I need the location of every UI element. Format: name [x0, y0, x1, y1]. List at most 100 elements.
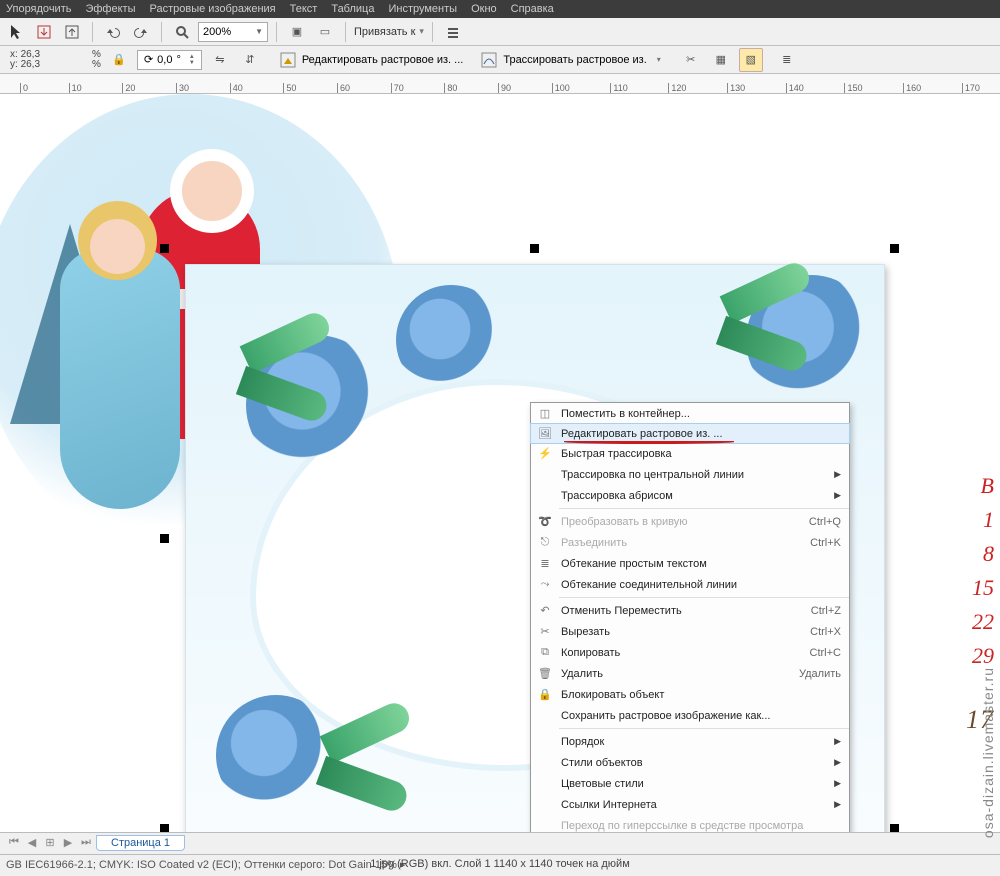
blank-icon	[535, 488, 555, 504]
position-readout: x: 26,3 y: 26,3	[10, 50, 40, 70]
context-menu-item[interactable]: Трассировка по центральной линии▶	[531, 464, 849, 485]
context-menu-label: Переход по гиперссылке в средстве просмо…	[561, 820, 841, 832]
bitmap-mode-icon[interactable]: ▧	[739, 48, 763, 72]
page-first-icon[interactable]: ⏮	[6, 836, 22, 849]
blank-icon	[535, 467, 555, 483]
context-menu-item[interactable]: ⤳ Обтекание соединительной линии	[531, 574, 849, 595]
resample-icon[interactable]: ▦	[709, 48, 733, 72]
powerclip-icon: ◫	[535, 406, 555, 422]
context-menu-item[interactable]: ⧉КопироватьCtrl+C	[531, 642, 849, 663]
menu-effects[interactable]: Эффекты	[85, 3, 135, 15]
menu-text[interactable]: Текст	[290, 3, 318, 15]
rotate-icon: ⟳	[144, 53, 153, 66]
blank-icon	[535, 776, 555, 792]
context-menu-label: Ссылки Интернета	[561, 799, 826, 811]
context-menu-label: Трассировка абрисом	[561, 490, 826, 502]
submenu-arrow-icon: ▶	[834, 469, 841, 480]
chevron-down-icon: ▼	[255, 27, 263, 36]
submenu-arrow-icon: ▶	[834, 736, 841, 747]
context-menu-label: Отменить Переместить	[561, 605, 803, 617]
crop-icon[interactable]: ✂	[679, 48, 703, 72]
page-tab-1[interactable]: Страница 1	[96, 835, 185, 851]
search-icon[interactable]	[170, 20, 194, 44]
context-menu-item[interactable]: ✂ВырезатьCtrl+X	[531, 621, 849, 642]
annotation-underline	[564, 440, 734, 444]
mirror-h-icon[interactable]: ⇋	[208, 48, 232, 72]
context-menu-item[interactable]: ⚡Быстрая трассировка	[531, 443, 849, 464]
context-menu[interactable]: ◫Поместить в контейнер...🖼Редактировать …	[530, 402, 850, 844]
context-menu-item[interactable]: ↶Отменить ПереместитьCtrl+Z	[531, 600, 849, 621]
context-menu-label: Разъединить	[561, 537, 802, 549]
context-menu-item[interactable]: 🗑УдалитьУдалить	[531, 663, 849, 684]
trace-bitmap-button[interactable]: Трассировать растровое из. ▾	[475, 49, 666, 71]
context-menu-item[interactable]: Стили объектов▶	[531, 752, 849, 773]
blank-icon	[535, 734, 555, 750]
menu-tools[interactable]: Инструменты	[388, 3, 457, 15]
menubar[interactable]: Упорядочить Эффекты Растровые изображени…	[0, 0, 1000, 18]
page-next-icon[interactable]: ▶	[60, 836, 76, 849]
context-menu-item[interactable]: ◫Поместить в контейнер...	[531, 403, 849, 424]
menu-help[interactable]: Справка	[511, 3, 554, 15]
menu-table[interactable]: Таблица	[331, 3, 374, 15]
selection-handle[interactable]	[160, 244, 169, 253]
wrap-text-icon[interactable]: ≣	[775, 48, 799, 72]
edit-bitmap-icon: 🖼	[535, 426, 555, 442]
context-menu-item[interactable]: ≣Обтекание простым текстом	[531, 553, 849, 574]
edit-bitmap-button[interactable]: Редактировать растровое из. ...	[274, 49, 470, 71]
selection-handle[interactable]	[530, 244, 539, 253]
fullscreen-icon[interactable]: ▣	[285, 20, 309, 44]
context-menu-label: Стили объектов	[561, 757, 826, 769]
quick-trace-icon: ⚡	[535, 446, 555, 462]
artwork-leaves	[686, 255, 856, 385]
rotation-value: 0,0	[157, 54, 172, 66]
undo-icon[interactable]	[101, 20, 125, 44]
zoom-value: 200%	[203, 26, 231, 38]
canvas[interactable]: В 1 8 15 22 29 17 ◫Поместить в контейнер…	[0, 94, 1000, 844]
pick-tool-icon[interactable]	[4, 20, 28, 44]
selection-handle[interactable]	[890, 244, 899, 253]
context-menu-item: ➰Преобразовать в кривуюCtrl+Q	[531, 511, 849, 532]
context-menu-label: Обтекание соединительной линии	[561, 579, 841, 591]
context-menu-item[interactable]: Порядок ▶	[531, 731, 849, 752]
context-menu-item[interactable]: Сохранить растровое изображение как...	[531, 705, 849, 726]
shortcut-label: Ctrl+Z	[811, 605, 841, 617]
chevron-down-icon[interactable]: ▾	[419, 26, 424, 37]
watermark: osa-dizain.livemaster.ru	[980, 667, 996, 838]
property-bar: x: 26,3 y: 26,3 % % 🔒 ⟳ 0,0° ▲▼ ⇋ ⇵ Реда…	[0, 46, 1000, 74]
shortcut-label: Ctrl+K	[810, 537, 841, 549]
selection-handle[interactable]	[160, 534, 169, 543]
lock-icon: 🔒	[535, 687, 555, 703]
redo-icon[interactable]	[129, 20, 153, 44]
context-menu-label: Блокировать объект	[561, 689, 841, 701]
rotation-input[interactable]: ⟳ 0,0° ▲▼	[137, 50, 202, 70]
snap-label: Привязать к	[354, 26, 415, 38]
page-prev-icon[interactable]: ◀	[24, 836, 40, 849]
cut-icon: ✂	[535, 624, 555, 640]
lock-aspect-icon[interactable]: 🔒	[107, 48, 131, 72]
context-menu-item[interactable]: Трассировка абрисом ▶	[531, 485, 849, 506]
page-last-icon[interactable]: ⏭	[78, 836, 94, 849]
import-icon[interactable]	[32, 20, 56, 44]
submenu-arrow-icon: ▶	[834, 490, 841, 501]
page-tabs[interactable]: ⏮ ◀ ⊞ ▶ ⏭ Страница 1	[0, 832, 1000, 852]
context-menu-item[interactable]: 🔒 Блокировать объект	[531, 684, 849, 705]
preview-icon[interactable]: ▭	[313, 20, 337, 44]
page-add-icon[interactable]: ⊞	[42, 836, 58, 849]
artwork-snow-maiden	[60, 249, 180, 509]
scale-readout: % %	[92, 50, 101, 70]
context-menu-item[interactable]: Ссылки Интернета▶	[531, 794, 849, 815]
zoom-combo[interactable]: 200% ▼	[198, 22, 268, 42]
to-curve-icon: ➰	[535, 514, 555, 530]
menu-arrange[interactable]: Упорядочить	[6, 3, 71, 15]
menu-window[interactable]: Окно	[471, 3, 497, 15]
context-menu-item[interactable]: Цветовые стили▶	[531, 773, 849, 794]
copy-icon: ⧉	[535, 645, 555, 661]
mirror-v-icon[interactable]: ⇵	[238, 48, 262, 72]
export-icon[interactable]	[60, 20, 84, 44]
shortcut-label: Ctrl+C	[810, 647, 841, 659]
wrap-line-icon: ⤳	[535, 577, 555, 593]
submenu-arrow-icon: ▶	[834, 778, 841, 789]
menu-bitmaps[interactable]: Растровые изображения	[149, 3, 275, 15]
settings-icon[interactable]	[441, 20, 465, 44]
context-menu-label: Порядок	[561, 736, 826, 748]
